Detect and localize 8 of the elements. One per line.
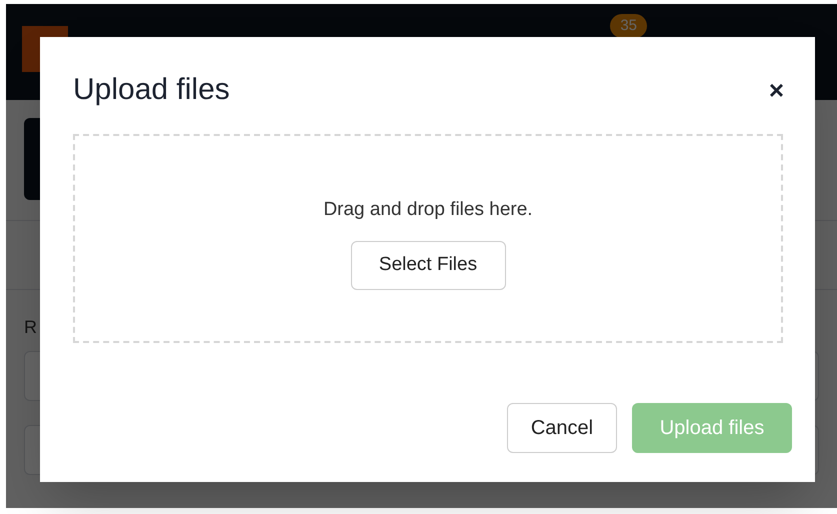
drop-zone[interactable]: Drag and drop files here. Select Files: [73, 134, 783, 343]
drop-hint: Drag and drop files here.: [323, 198, 533, 222]
field-label: R: [24, 316, 37, 339]
dialog-title: Upload files: [73, 72, 230, 108]
notification-badge: 35: [610, 14, 647, 38]
select-files-button[interactable]: Select Files: [350, 240, 506, 290]
cancel-button[interactable]: Cancel: [507, 403, 617, 453]
close-button[interactable]: ×: [768, 76, 784, 102]
